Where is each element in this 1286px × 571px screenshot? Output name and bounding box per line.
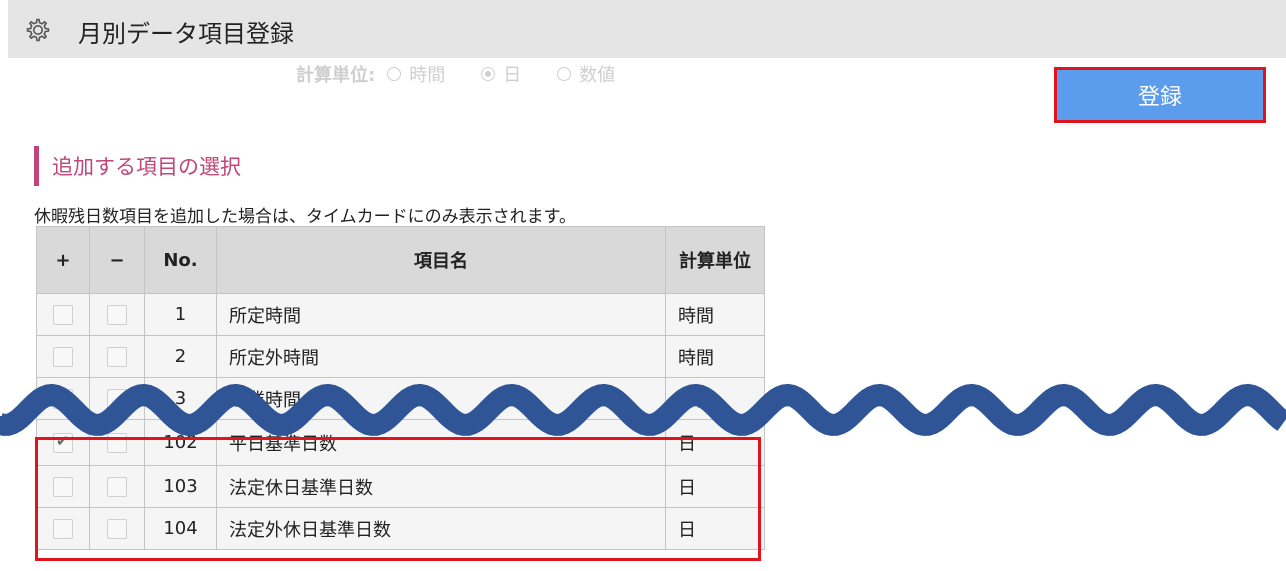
col-header-add: + bbox=[36, 226, 90, 294]
table-row: 2 所定外時間 時間 bbox=[36, 335, 765, 378]
omission-wave bbox=[0, 383, 1286, 436]
item-name: 所定時間 bbox=[216, 293, 666, 336]
col-header-name: 項目名 bbox=[216, 226, 666, 294]
item-name: 法定外休日基準日数 bbox=[216, 507, 666, 550]
remove-checkbox[interactable] bbox=[107, 305, 127, 325]
add-checkbox[interactable] bbox=[53, 347, 73, 367]
radio-hours[interactable] bbox=[387, 67, 402, 81]
table-row: 1 所定時間 時間 bbox=[36, 293, 765, 336]
add-cell bbox=[36, 465, 90, 508]
add-cell bbox=[36, 293, 90, 336]
remove-cell bbox=[89, 465, 145, 508]
radio-option-hours[interactable]: 時間 bbox=[387, 61, 445, 87]
col-header-remove: − bbox=[89, 226, 145, 294]
radio-label-number: 数値 bbox=[579, 65, 616, 86]
page-title: 月別データ項目登録 bbox=[78, 20, 294, 48]
add-checkbox[interactable] bbox=[53, 477, 73, 497]
item-unit: 日 bbox=[665, 507, 765, 550]
item-unit: 日 bbox=[665, 465, 765, 508]
remove-cell bbox=[89, 293, 145, 336]
gear-icon[interactable] bbox=[24, 16, 52, 44]
add-checkbox[interactable] bbox=[53, 519, 73, 539]
remove-checkbox[interactable] bbox=[107, 519, 127, 539]
table-header-row: + − No. 項目名 計算単位 bbox=[36, 226, 765, 294]
col-header-no: No. bbox=[144, 226, 217, 294]
radio-option-number[interactable]: 数値 bbox=[557, 61, 615, 87]
table-row: 103 法定休日基準日数日 bbox=[36, 465, 765, 508]
section-title: 追加する項目の選択 bbox=[52, 155, 241, 179]
section-accent-bar bbox=[34, 146, 39, 186]
remove-cell bbox=[89, 335, 145, 378]
add-checkbox[interactable] bbox=[53, 305, 73, 325]
item-number: 2 bbox=[144, 335, 217, 378]
item-name: 所定外時間 bbox=[216, 335, 666, 378]
remove-checkbox[interactable] bbox=[107, 477, 127, 497]
table-row: 104 法定外休日基準日数日 bbox=[36, 507, 765, 550]
item-number: 104 bbox=[144, 507, 217, 550]
radio-days[interactable] bbox=[481, 67, 496, 81]
info-note: 休暇残日数項目を追加した場合は、タイムカードにのみ表示されます。 bbox=[34, 207, 576, 227]
radio-option-days[interactable]: 日 bbox=[481, 61, 521, 87]
calc-unit-label: 計算単位: bbox=[296, 65, 376, 86]
register-button[interactable]: 登録 bbox=[1054, 67, 1266, 123]
calc-unit-radio-group: 計算単位: 時間 日 数値 bbox=[296, 62, 651, 86]
add-cell bbox=[36, 335, 90, 378]
section-heading: 追加する項目の選択 bbox=[34, 146, 241, 186]
col-header-unit: 計算単位 bbox=[665, 226, 765, 294]
add-cell bbox=[36, 507, 90, 550]
item-unit: 時間 bbox=[665, 335, 765, 378]
item-number: 103 bbox=[144, 465, 217, 508]
item-name: 法定休日基準日数 bbox=[216, 465, 666, 508]
remove-checkbox[interactable] bbox=[107, 347, 127, 367]
radio-label-hours: 時間 bbox=[409, 65, 446, 86]
item-unit: 時間 bbox=[665, 293, 765, 336]
page-header: 月別データ項目登録 bbox=[8, 0, 1286, 58]
radio-label-days: 日 bbox=[503, 65, 522, 86]
item-number: 1 bbox=[144, 293, 217, 336]
remove-cell bbox=[89, 507, 145, 550]
radio-number[interactable] bbox=[557, 67, 572, 81]
